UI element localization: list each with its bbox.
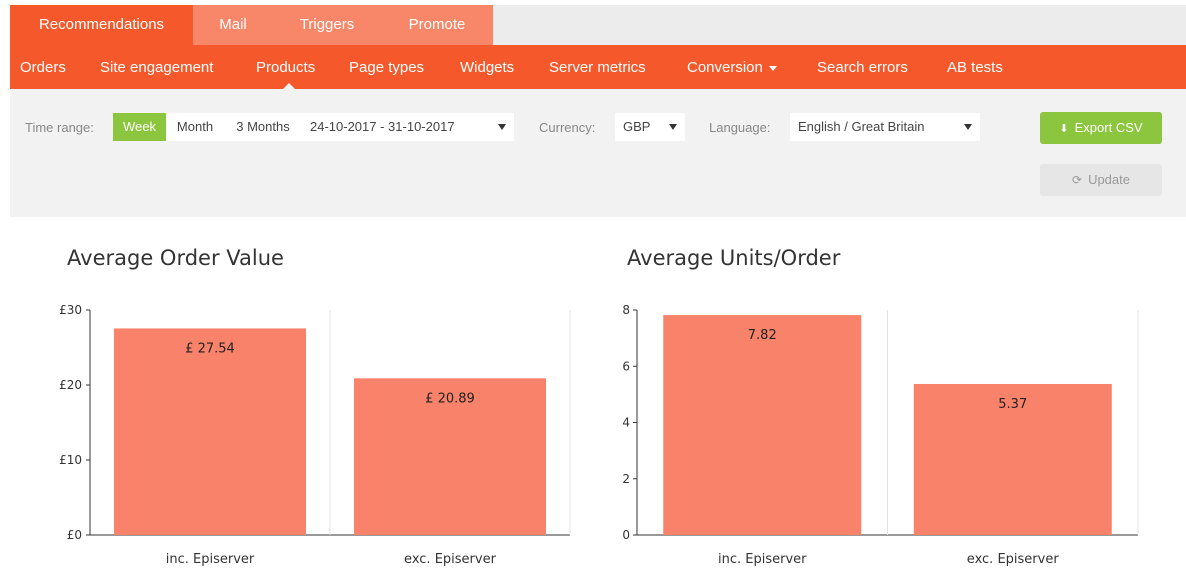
x-tick-label: inc. Episerver: [166, 552, 255, 567]
nav-site-engagement[interactable]: Site engagement: [100, 45, 213, 89]
nav-conversion[interactable]: Conversion: [687, 45, 777, 89]
range-week-button[interactable]: Week: [113, 113, 166, 141]
y-tick-label: £30: [59, 303, 82, 317]
filter-panel: Time range: Week Month 3 Months 24-10-20…: [10, 89, 1186, 217]
language-select[interactable]: English / Great Britain: [790, 113, 980, 141]
currency-value: GBP: [623, 119, 651, 134]
sub-navigation: Orders Site engagement Products Page typ…: [10, 45, 1186, 89]
export-csv-button[interactable]: ⬇ Export CSV: [1040, 112, 1162, 144]
nav-orders[interactable]: Orders: [20, 45, 66, 89]
bar-aov-1[interactable]: [114, 328, 306, 535]
chevron-down-icon: [768, 65, 777, 71]
x-tick-label: exc. Episerver: [404, 552, 497, 567]
y-tick-label: 8: [622, 303, 630, 317]
tab-mail[interactable]: Mail: [193, 5, 273, 45]
nav-search-errors[interactable]: Search errors: [817, 45, 908, 89]
export-csv-label: Export CSV: [1074, 120, 1143, 135]
date-range-value: 24-10-2017 - 31-10-2017: [310, 119, 455, 134]
data-label: £ 27.54: [185, 341, 235, 356]
average-units-order-chart: 0 2 4 6 8 7.82 inc. Episerver 5.37 exc. Episerve…: [622, 303, 1139, 567]
tab-recommendations[interactable]: Recommendations: [10, 5, 193, 45]
nav-page-types[interactable]: Page types: [349, 45, 424, 89]
x-tick-label: exc. Episerver: [967, 552, 1060, 567]
currency-select[interactable]: GBP: [615, 113, 685, 141]
y-tick-label: £10: [59, 453, 82, 467]
caret-down-icon: [964, 124, 972, 130]
download-icon: ⬇: [1059, 123, 1069, 135]
chart-title-average-order-value: Average Order Value: [67, 246, 284, 270]
update-label: Update: [1088, 172, 1130, 187]
y-tick-label: £20: [59, 378, 82, 392]
chart-title-average-units-order: Average Units/Order: [627, 246, 841, 270]
y-tick-label: 6: [622, 359, 630, 373]
language-label: Language:: [709, 120, 771, 135]
y-tick-label: 4: [622, 416, 630, 430]
x-tick-label: inc. Episerver: [718, 552, 807, 567]
nav-conversion-label: Conversion: [687, 59, 763, 76]
y-tick-label: £0: [67, 528, 82, 542]
caret-down-icon: [669, 124, 677, 130]
language-value: English / Great Britain: [798, 119, 925, 134]
date-range-select[interactable]: 24-10-2017 - 31-10-2017: [302, 113, 514, 141]
caret-down-icon: [498, 124, 506, 130]
bar-upo-1[interactable]: [663, 315, 862, 535]
range-month-button[interactable]: Month: [166, 113, 224, 141]
data-label: 5.37: [998, 397, 1027, 412]
tab-triggers[interactable]: Triggers: [273, 5, 381, 45]
currency-label: Currency:: [539, 120, 596, 135]
nav-widgets[interactable]: Widgets: [460, 45, 514, 89]
nav-ab-tests[interactable]: AB tests: [947, 45, 1003, 89]
update-button[interactable]: ⟳ Update: [1040, 164, 1162, 196]
app-frame: Recommendations Mail Triggers Promote Or…: [10, 0, 1186, 570]
refresh-icon: ⟳: [1072, 173, 1083, 187]
range-3-months-button[interactable]: 3 Months: [224, 113, 302, 141]
y-tick-label: 0: [622, 528, 630, 542]
average-order-value-chart: £0 £10 £20 £30 £ 27.54 inc. Episerver £ 20.89 e…: [59, 303, 571, 567]
top-tab-bar: Recommendations Mail Triggers Promote: [10, 5, 1186, 45]
tab-promote[interactable]: Promote: [381, 5, 493, 45]
nav-server-metrics[interactable]: Server metrics: [549, 45, 646, 89]
data-label: £ 20.89: [425, 391, 475, 406]
data-label: 7.82: [748, 328, 777, 343]
time-range-label: Time range:: [25, 120, 94, 135]
y-tick-label: 2: [622, 472, 630, 486]
